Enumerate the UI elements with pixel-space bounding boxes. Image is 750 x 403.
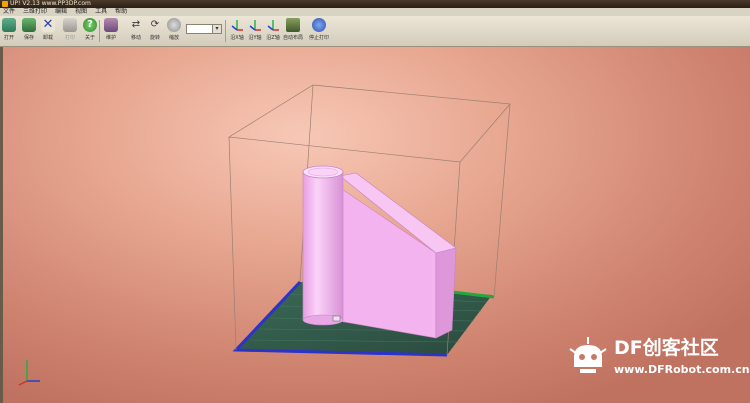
auto-place-button[interactable]: 自动布局 — [283, 18, 303, 41]
value-select[interactable]: ▾ — [186, 24, 222, 34]
window-title: UP! V2.13 www.PP3DP.com — [10, 0, 91, 7]
auto-place-icon — [286, 18, 300, 32]
menu-file[interactable]: 文件 — [3, 8, 15, 16]
save-button[interactable]: 保存 — [20, 18, 38, 41]
help-question-icon: ? — [83, 18, 97, 32]
move-button[interactable]: ⇄ 移动 — [127, 18, 145, 41]
chevron-down-icon[interactable]: ▾ — [212, 25, 221, 33]
unload-button[interactable]: ✕ 卸载 — [39, 18, 57, 41]
axis-y-icon — [249, 20, 261, 31]
rotate-button[interactable]: ⟳ 旋转 — [146, 18, 164, 41]
axis-x-icon — [231, 20, 243, 31]
print-button[interactable]: 打印 — [61, 18, 79, 41]
about-button[interactable]: ? 关于 — [81, 18, 99, 41]
view-y-button[interactable]: 沿Y轴 — [246, 18, 264, 41]
scale-button[interactable]: 缩放 — [165, 18, 183, 41]
3d-model[interactable] — [302, 165, 457, 339]
open-folder-icon — [2, 18, 16, 32]
axis-indicator — [18, 360, 40, 386]
open-button[interactable]: 打开 — [0, 18, 18, 41]
menu-3d-print[interactable]: 三维打印 — [23, 8, 47, 16]
save-icon — [22, 18, 36, 32]
menu-tools[interactable]: 工具 — [95, 8, 107, 16]
move-arrows-icon: ⇄ — [131, 19, 141, 30]
scale-icon — [167, 18, 181, 32]
menu-bar: 文件 三维打印 编辑 视图 工具 帮助 — [0, 8, 750, 16]
watermark-url: www.DFRobot.com.cn — [614, 363, 750, 376]
dfrobot-logo-icon — [569, 337, 607, 373]
model-marker — [332, 315, 341, 322]
model-cylinder — [302, 171, 344, 321]
view-z-button[interactable]: 沿Z轴 — [264, 18, 282, 41]
watermark: DF创客社区 www.DFRobot.com.cn — [566, 333, 750, 383]
maintenance-button[interactable]: 维护 — [102, 18, 120, 41]
unload-x-icon: ✕ — [41, 17, 55, 32]
watermark-brand: DF创客社区 — [614, 337, 719, 359]
title-bar: UP! V2.13 www.PP3DP.com — [0, 0, 750, 8]
rotate-icon: ⟳ — [150, 19, 160, 30]
menu-edit[interactable]: 编辑 — [55, 8, 67, 16]
app-logo-icon — [2, 1, 8, 7]
menu-help[interactable]: 帮助 — [115, 8, 127, 16]
stop-print-button[interactable]: 停止打印 — [309, 18, 329, 41]
app-window: UP! V2.13 www.PP3DP.com 文件 三维打印 编辑 视图 工具… — [0, 0, 750, 403]
stop-print-icon — [312, 18, 326, 32]
axis-z-icon — [267, 20, 279, 31]
maintenance-box-icon — [104, 18, 118, 32]
toolbar: 打开 保存 ✕ 卸载 打印 ? 关于 维护 ⇄ 移动 ⟳ 旋转 缩放 ▾ 沿X轴… — [0, 16, 750, 47]
toolbar-separator — [225, 20, 226, 42]
model-cylinder-hole — [307, 167, 339, 177]
menu-view[interactable]: 视图 — [75, 8, 87, 16]
view-x-button[interactable]: 沿X轴 — [228, 18, 246, 41]
printer-icon — [63, 18, 77, 32]
toolbar-separator — [99, 20, 100, 42]
